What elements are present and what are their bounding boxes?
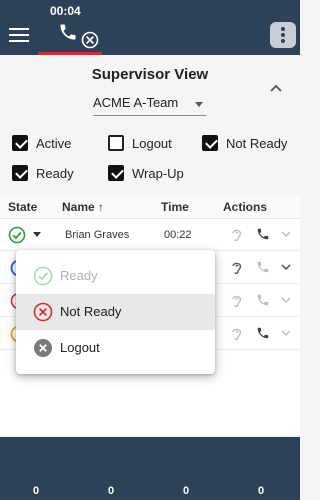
filter-logout-label: Logout (132, 135, 172, 151)
filter-ready-checkbox[interactable] (12, 165, 28, 181)
count-not-ready: 0 (183, 485, 190, 497)
filter-active[interactable]: Active (12, 132, 71, 154)
state-dropdown-caret[interactable] (33, 232, 41, 237)
page-title: Supervisor View (91, 66, 209, 83)
filter-wrap-up-checkbox[interactable] (108, 165, 124, 181)
menu-item-logout[interactable]: Logout (16, 330, 215, 366)
menu-item-label: Logout (60, 340, 100, 355)
column-header-state[interactable]: State (8, 200, 37, 214)
filter-ready-label: Ready (36, 165, 74, 181)
column-header-name[interactable]: Name (62, 200, 95, 214)
filter-not-ready[interactable]: Not Ready (202, 132, 287, 154)
close-circle-icon[interactable] (81, 31, 99, 49)
phone-icon[interactable] (256, 293, 270, 307)
chevron-down-icon[interactable] (281, 329, 291, 337)
logout-icon (34, 339, 52, 357)
filter-logout-checkbox[interactable] (108, 135, 124, 151)
listen-icon[interactable] (230, 260, 244, 276)
agent-name: Brian Graves (65, 229, 130, 241)
count-active: 0 (33, 485, 40, 497)
phone-icon[interactable] (256, 227, 270, 241)
agent-time: 00:22 (164, 229, 192, 241)
column-header-actions: Actions (223, 200, 268, 214)
active-call-button[interactable] (38, 18, 102, 55)
filter-active-label: Active (36, 135, 72, 151)
phone-icon[interactable] (256, 260, 270, 274)
chevron-down-icon[interactable] (281, 296, 291, 304)
menu-item-label: Not Ready (60, 304, 122, 319)
menu-icon[interactable] (9, 26, 29, 44)
ready-icon (33, 266, 53, 286)
count-ready: 0 (108, 485, 115, 497)
filter-ready[interactable]: Ready (12, 162, 74, 184)
filter-wrap-up-label: Wrap-Up (132, 165, 184, 181)
column-header-time[interactable]: Time (161, 200, 189, 214)
team-select[interactable]: ACME A-Team (93, 92, 206, 116)
chevron-down-icon[interactable] (281, 263, 291, 271)
count-wrap-up: 0 (258, 485, 265, 497)
menu-item-ready[interactable]: Ready (16, 258, 215, 294)
more-vertical-icon[interactable] (270, 22, 296, 48)
chevron-down-icon[interactable] (281, 230, 291, 238)
phone-icon (60, 24, 76, 40)
table-row[interactable]: Brian Graves 00:22 (0, 219, 300, 251)
filter-logout[interactable]: Logout (108, 132, 172, 154)
filter-not-ready-checkbox[interactable] (202, 135, 218, 151)
filter-wrap-up[interactable]: Wrap-Up (108, 162, 184, 184)
menu-item-label: Ready (60, 268, 98, 283)
call-alert-underline (38, 52, 102, 55)
filter-active-checkbox[interactable] (12, 135, 28, 151)
footer-bar: 0 0 0 0 (0, 437, 300, 500)
menu-item-not-ready[interactable]: Not Ready (16, 294, 215, 330)
ready-status-icon (8, 226, 26, 244)
team-select-value: ACME A-Team (93, 95, 179, 110)
filter-not-ready-label: Not Ready (226, 135, 288, 151)
table-header: State Name ↑ Time Actions (0, 195, 300, 219)
chevron-up-icon[interactable] (266, 80, 286, 96)
call-timer: 00:04 (50, 4, 81, 18)
sort-arrow-icon[interactable]: ↑ (98, 200, 104, 214)
listen-icon[interactable] (230, 293, 244, 309)
not-ready-icon (33, 302, 53, 322)
listen-icon[interactable] (230, 326, 244, 342)
chevron-down-icon (195, 102, 203, 107)
top-bar: 00:04 (0, 0, 300, 55)
state-menu: Ready Not Ready Logout (16, 250, 215, 374)
phone-icon[interactable] (256, 326, 270, 340)
listen-icon[interactable] (230, 227, 244, 243)
